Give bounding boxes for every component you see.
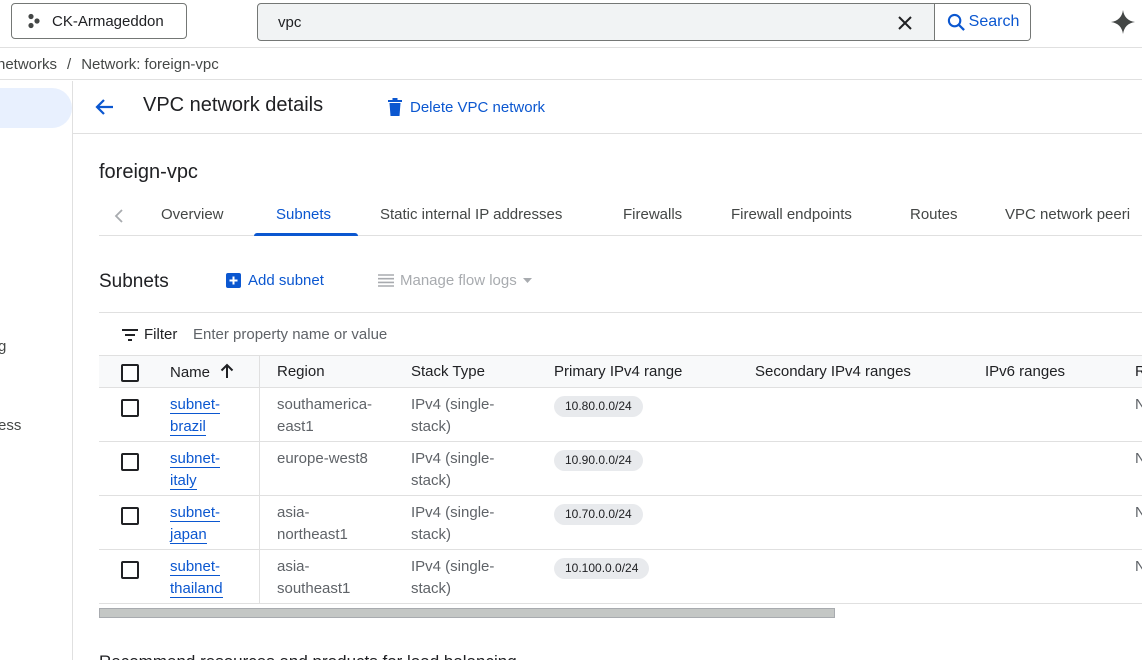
truncated-cell: N <box>1135 396 1142 413</box>
subnet-name-cell: subnet-japan <box>170 502 240 546</box>
breadcrumb-separator: / <box>67 55 72 73</box>
list-icon <box>378 274 394 287</box>
subnet-link-japan[interactable]: subnet-japan <box>170 504 221 544</box>
column-header-secondary-ipv4[interactable]: Secondary IPv4 ranges <box>755 363 911 380</box>
nav-item-fragment-2[interactable]: ess <box>0 417 21 434</box>
subnet-link-italy[interactable]: subnet-italy <box>170 450 221 490</box>
filter-label: Filter <box>144 326 178 343</box>
subnet-link-thailand[interactable]: subnet-thailand <box>170 558 223 598</box>
tab-routes[interactable]: Routes <box>910 206 958 223</box>
stack-type-cell: IPv4 (single-stack) <box>411 504 495 543</box>
breadcrumb: networks / Network: foreign-vpc <box>0 49 1142 80</box>
region-cell: europe-west8 <box>277 450 368 467</box>
tab-subnets[interactable]: Subnets <box>276 206 331 223</box>
column-header-stack-type[interactable]: Stack Type <box>411 363 485 380</box>
left-nav: g ess <box>0 81 73 660</box>
page-title: VPC network details <box>143 94 324 116</box>
subnets-section-title: Subnets <box>99 271 169 292</box>
column-header-region[interactable]: Region <box>277 363 325 380</box>
trash-icon <box>388 98 402 116</box>
filter-input[interactable] <box>193 321 793 347</box>
subnet-name-cell: subnet-italy <box>170 448 240 492</box>
primary-ipv4-chip: 10.70.0.0/24 <box>554 504 643 525</box>
active-tab-indicator <box>254 233 358 236</box>
nav-item-fragment-1[interactable]: g <box>0 338 6 355</box>
next-section-title: Recommend resources and products for loa… <box>99 652 517 660</box>
column-separator <box>259 442 260 495</box>
tab-firewall-endpoints[interactable]: Firewall endpoints <box>731 206 852 223</box>
region-cell: asia-northeast1 <box>277 504 348 543</box>
truncated-cell: N <box>1135 504 1142 521</box>
filter-bar: Filter <box>99 312 1142 356</box>
table-row: subnet-italy europe-west8 IPv4 (single-s… <box>99 442 1142 496</box>
region-cell: asia-southeast1 <box>277 558 351 597</box>
select-all-checkbox[interactable] <box>121 364 139 382</box>
table-row: subnet-brazil southamerica-east1 IPv4 (s… <box>99 388 1142 442</box>
column-separator <box>259 496 260 549</box>
row-checkbox[interactable] <box>121 507 139 525</box>
search-icon <box>947 13 965 31</box>
subnet-link-brazil[interactable]: subnet-brazil <box>170 396 221 436</box>
truncated-cell: N <box>1135 450 1142 467</box>
primary-ipv4-chip: 10.90.0.0/24 <box>554 450 643 471</box>
row-checkbox[interactable] <box>121 453 139 471</box>
primary-ipv4-chip: 10.100.0.0/24 <box>554 558 650 579</box>
add-box-icon <box>226 273 241 288</box>
horizontal-scrollbar[interactable] <box>99 608 835 618</box>
breadcrumb-current: Network: foreign-vpc <box>81 55 219 73</box>
manage-flow-logs-button[interactable]: Manage flow logs <box>378 272 532 289</box>
region-cell: southamerica-east1 <box>277 396 373 435</box>
table-row: subnet-japan asia-northeast1 IPv4 (singl… <box>99 496 1142 550</box>
resource-name: foreign-vpc <box>99 161 198 183</box>
column-separator <box>259 356 260 387</box>
table-row: subnet-thailand asia-southeast1 IPv4 (si… <box>99 550 1142 604</box>
stack-type-cell: IPv4 (single-stack) <box>411 450 495 489</box>
delete-label: Delete VPC network <box>410 98 546 116</box>
column-header-name[interactable]: Name <box>170 363 234 381</box>
nav-item-active[interactable] <box>0 88 72 128</box>
search-input[interactable] <box>258 4 934 40</box>
tab-bar: Overview Subnets Static internal IP addr… <box>99 196 1142 236</box>
row-checkbox[interactable] <box>121 399 139 417</box>
project-picker-button[interactable]: CK-Armageddon <box>11 3 187 39</box>
tab-overview[interactable]: Overview <box>161 206 224 223</box>
search-box: Search <box>257 3 1031 41</box>
search-button-label: Search <box>968 13 1020 30</box>
tab-static-internal-ip[interactable]: Static internal IP addresses <box>380 206 562 223</box>
truncated-cell: N <box>1135 558 1142 575</box>
row-checkbox[interactable] <box>121 561 139 579</box>
tab-vpc-network-peering[interactable]: VPC network peeri <box>1005 206 1130 223</box>
top-bar: CK-Armageddon Search <box>0 0 1142 48</box>
add-subnet-label: Add subnet <box>248 272 324 289</box>
filter-icon <box>122 329 138 341</box>
column-header-primary-ipv4[interactable]: Primary IPv4 range <box>554 363 682 380</box>
project-name: CK-Armageddon <box>52 12 164 30</box>
page-header: VPC network details Delete VPC network <box>73 81 1142 134</box>
tab-firewalls[interactable]: Firewalls <box>623 206 682 223</box>
caret-down-icon <box>522 278 532 283</box>
sort-ascending-icon <box>220 363 234 378</box>
back-arrow-icon[interactable] <box>93 95 117 119</box>
column-separator <box>259 388 260 441</box>
primary-ipv4-chip: 10.80.0.0/24 <box>554 396 643 417</box>
chevron-left-icon[interactable] <box>109 205 131 227</box>
subnet-name-cell: subnet-brazil <box>170 394 240 438</box>
column-header-truncated[interactable]: R <box>1135 363 1142 380</box>
subnet-name-cell: subnet-thailand <box>170 556 240 600</box>
manage-flow-logs-label: Manage flow logs <box>400 272 517 289</box>
search-button[interactable]: Search <box>934 4 1030 40</box>
add-subnet-button[interactable]: Add subnet <box>226 272 324 289</box>
stack-type-cell: IPv4 (single-stack) <box>411 396 495 435</box>
column-header-ipv6[interactable]: IPv6 ranges <box>985 363 1065 380</box>
delete-vpc-network-button[interactable]: Delete VPC network <box>388 94 545 120</box>
gemini-spark-icon[interactable] <box>1110 9 1136 35</box>
stack-type-cell: IPv4 (single-stack) <box>411 558 495 597</box>
project-icon <box>28 13 40 29</box>
table-header-row: Name Region Stack Type Primary IPv4 rang… <box>99 356 1142 388</box>
breadcrumb-networks-link[interactable]: networks <box>0 56 57 73</box>
column-separator <box>259 550 260 603</box>
clear-search-icon[interactable] <box>894 12 916 34</box>
subnets-table: Name Region Stack Type Primary IPv4 rang… <box>99 356 1142 604</box>
